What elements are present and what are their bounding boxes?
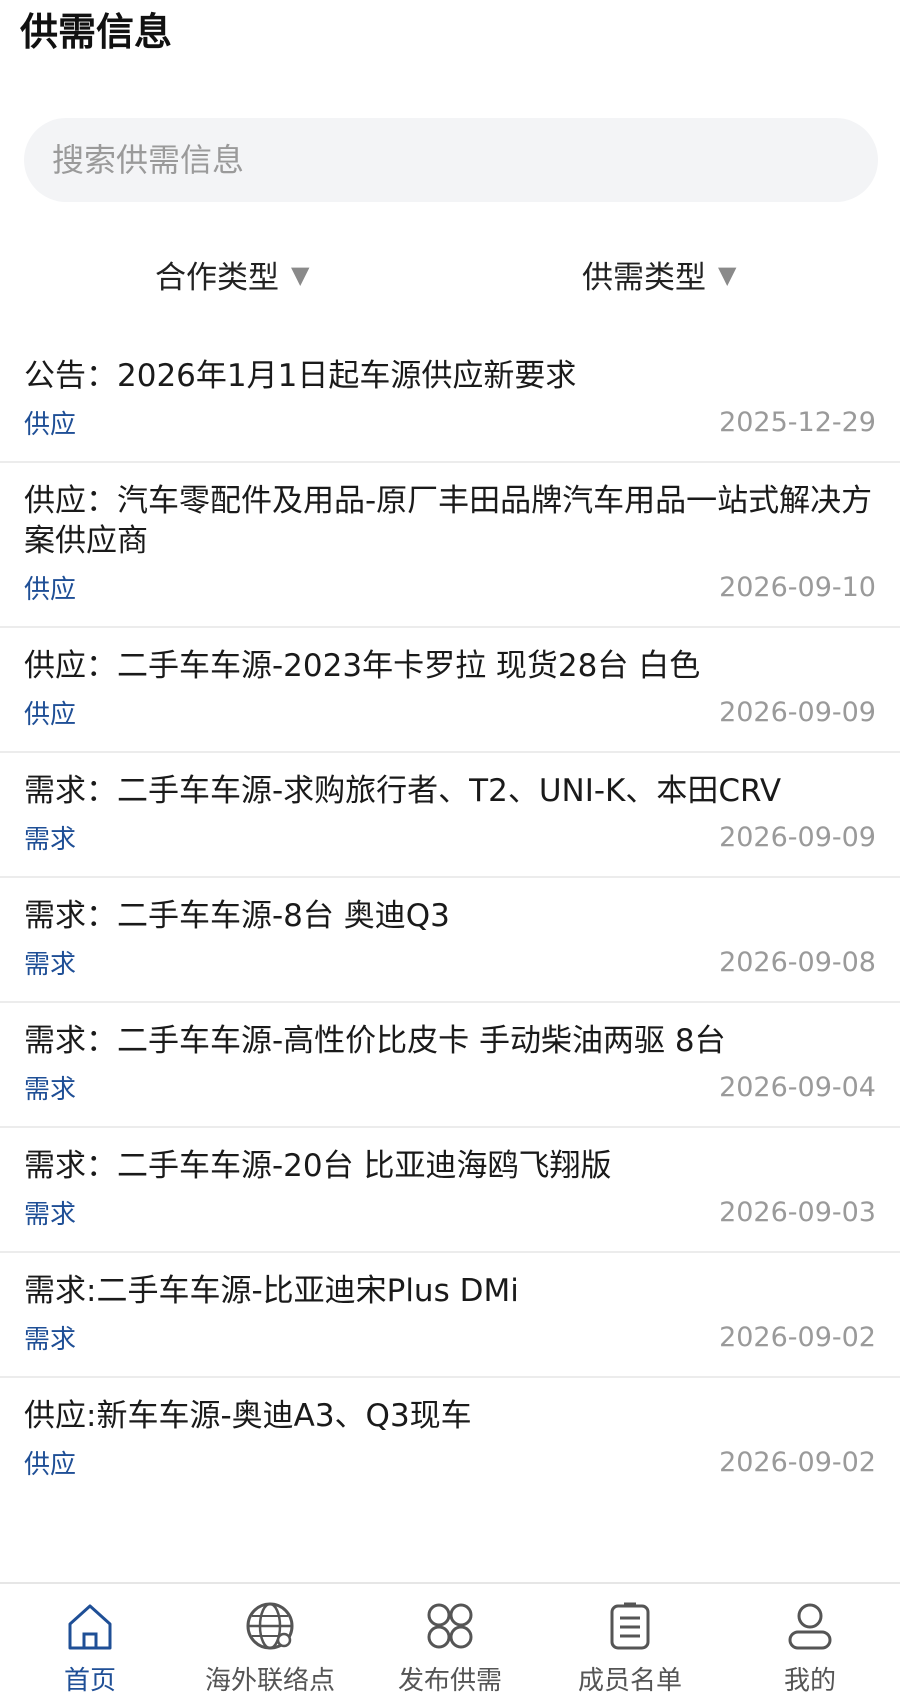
filter-bar: 合作类型 ▼ 供需类型 ▼ [0, 252, 900, 302]
item-title: 需求:二手车车源-比亚迪宋Plus DMi [24, 1273, 519, 1309]
item-title: 公告：2026年1月1日起车源供应新要求 [24, 358, 577, 394]
user-icon [788, 1603, 832, 1650]
list-item[interactable]: 供应：二手车车源-2023年卡罗拉 现货28台 白色 供应 2026-09-09 [0, 628, 900, 753]
tab-label: 海外联络点 [204, 1666, 335, 1696]
item-title: 需求：二手车车源-高性价比皮卡 手动柴油两驱 8台 [24, 1023, 726, 1059]
item-date: 2026-09-02 [719, 1447, 876, 1478]
tab-home[interactable]: 首页 [0, 1584, 180, 1698]
tab-label: 我的 [783, 1666, 836, 1696]
item-tag: 供应 [24, 700, 77, 730]
item-date: 2026-09-04 [719, 1072, 876, 1103]
tab-overseas-contacts[interactable]: 海外联络点 [180, 1584, 360, 1698]
bottom-tab-bar: 首页 海外联络点 发布供需 成员名单 我的 [0, 1582, 900, 1698]
item-title: 供应：二手车车源-2023年卡罗拉 现货28台 白色 [24, 648, 701, 684]
tab-mine[interactable]: 我的 [720, 1584, 900, 1698]
item-tag: 需求 [24, 1075, 77, 1105]
list-item[interactable]: 需求：二手车车源-8台 奥迪Q3 需求 2026-09-08 [0, 878, 900, 1003]
item-date: 2026-09-10 [719, 572, 876, 603]
item-date: 2026-09-03 [719, 1197, 876, 1228]
tab-publish[interactable]: 发布供需 [360, 1584, 540, 1698]
filter-cooperation-type[interactable]: 合作类型 ▼ [155, 252, 309, 297]
caret-down-icon: ▼ [718, 260, 737, 289]
tab-member-list[interactable]: 成员名单 [540, 1584, 720, 1698]
list-item[interactable]: 需求：二手车车源-20台 比亚迪海鸥飞翔版 需求 2026-09-03 [0, 1128, 900, 1253]
item-date: 2026-09-09 [719, 822, 876, 853]
filter-label: 供需类型 [582, 260, 706, 296]
item-tag: 需求 [24, 1200, 77, 1230]
tab-label: 成员名单 [577, 1666, 682, 1696]
item-tag: 需求 [24, 825, 77, 855]
search-input[interactable] [24, 140, 854, 180]
list-item[interactable]: 供应:新车车源-奥迪A3、Q3现车 供应 2026-09-02 [0, 1378, 900, 1501]
tab-label: 发布供需 [397, 1666, 502, 1696]
globe-icon [246, 1602, 294, 1650]
item-tag: 需求 [24, 1325, 77, 1355]
item-title: 需求：二手车车源-20台 比亚迪海鸥飞翔版 [24, 1148, 612, 1184]
item-date: 2026-09-08 [719, 947, 876, 978]
page-title: 供需信息 [20, 10, 173, 54]
item-date: 2025-12-29 [719, 407, 876, 438]
item-title: 需求：二手车车源-求购旅行者、T2、UNI-K、本田CRV [24, 773, 782, 809]
filter-supply-demand-type[interactable]: 供需类型 ▼ [582, 252, 736, 297]
item-tag: 供应 [24, 575, 77, 605]
list-item[interactable]: 供应：汽车零配件及用品-原厂丰田品牌汽车用品一站式解决方案供应商 供应 2026… [0, 463, 900, 628]
item-title: 供应：汽车零配件及用品-原厂丰田品牌汽车用品一站式解决方案供应商 [24, 483, 873, 559]
list-item[interactable]: 需求：二手车车源-求购旅行者、T2、UNI-K、本田CRV 需求 2026-09… [0, 753, 900, 878]
item-title: 供应:新车车源-奥迪A3、Q3现车 [24, 1398, 472, 1434]
item-title: 需求：二手车车源-8台 奥迪Q3 [24, 898, 450, 934]
home-icon [68, 1604, 112, 1650]
caret-down-icon: ▼ [291, 260, 310, 289]
item-tag: 需求 [24, 950, 77, 980]
tab-label: 首页 [63, 1666, 116, 1696]
list-item[interactable]: 需求:二手车车源-比亚迪宋Plus DMi 需求 2026-09-02 [0, 1253, 900, 1378]
search-bar[interactable] [24, 118, 878, 202]
info-list: 公告：2026年1月1日起车源供应新要求 供应 2025-12-29 供应：汽车… [0, 338, 900, 1501]
grid-icon [427, 1603, 473, 1649]
item-tag: 供应 [24, 410, 77, 440]
item-date: 2026-09-09 [719, 697, 876, 728]
filter-label: 合作类型 [155, 260, 279, 296]
list-item[interactable]: 公告：2026年1月1日起车源供应新要求 供应 2025-12-29 [0, 338, 900, 463]
list-icon [610, 1602, 650, 1650]
item-date: 2026-09-02 [719, 1322, 876, 1353]
list-item[interactable]: 需求：二手车车源-高性价比皮卡 手动柴油两驱 8台 需求 2026-09-04 [0, 1003, 900, 1128]
item-tag: 供应 [24, 1450, 77, 1480]
